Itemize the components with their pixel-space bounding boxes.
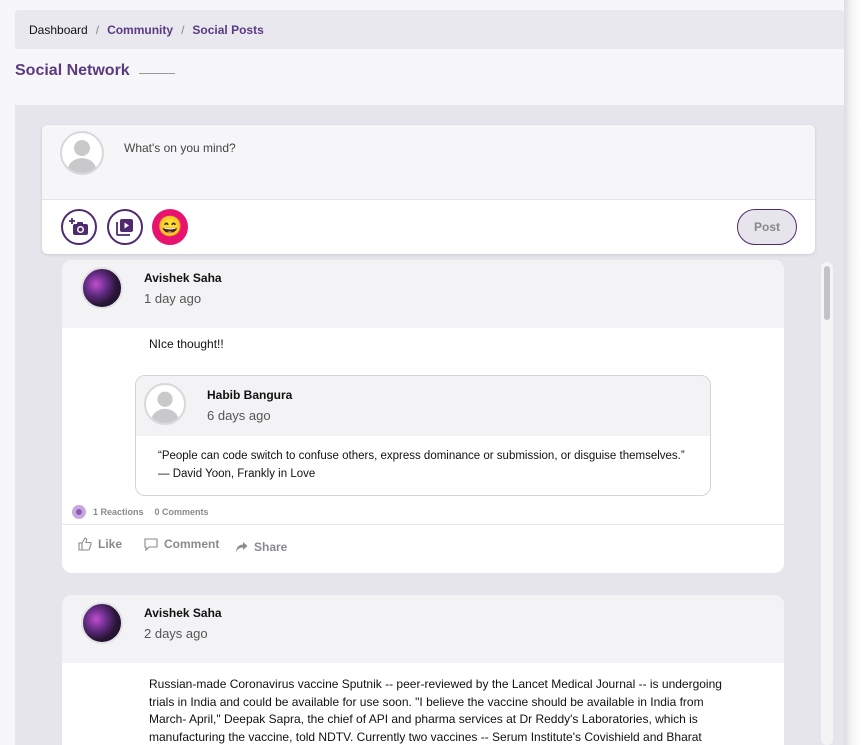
whats-on-your-mind-input[interactable] (124, 141, 724, 155)
video-library-icon (116, 219, 133, 236)
shared-post: Habib Bangura 6 days ago “People can cod… (135, 375, 711, 496)
page-title: Social Network (15, 62, 130, 79)
breadcrumb-community[interactable]: Community (107, 23, 173, 37)
post-stats: 1 Reactions 0 Comments (72, 504, 209, 520)
default-avatar-icon (150, 391, 180, 423)
share-button[interactable]: Share (235, 540, 287, 554)
post-composer: 😄 Post (42, 125, 815, 254)
add-photo-button[interactable] (61, 209, 97, 245)
comments-count[interactable]: 0 Comments (155, 507, 209, 517)
breadcrumb-social-posts[interactable]: Social Posts (192, 23, 263, 37)
feed-scrollbar[interactable] (821, 262, 833, 745)
post-text: NIce thought!! (149, 337, 224, 351)
breadcrumb-separator: / (95, 22, 100, 37)
thumbs-up-icon (78, 537, 92, 551)
shared-post-time: 6 days ago (207, 408, 271, 423)
default-avatar-icon (67, 140, 97, 173)
comment-icon (144, 537, 158, 551)
smiley-emoji-icon: 😄 (157, 216, 183, 238)
emoji-button[interactable]: 😄 (152, 209, 188, 245)
breadcrumb-dashboard[interactable]: Dashboard (29, 23, 88, 37)
post-header: Avishek Saha 2 days ago (62, 595, 784, 663)
like-button[interactable]: Like (78, 537, 122, 551)
author-avatar[interactable] (81, 267, 123, 309)
page-title-row: Social Network (15, 62, 175, 80)
user-avatar (60, 131, 104, 175)
camera-plus-icon (69, 218, 88, 235)
post-card: Avishek Saha 1 day ago NIce thought!! Ha… (62, 260, 784, 573)
shared-quote-attribution: — David Yoon, Frankly in Love (158, 468, 316, 480)
post-text-line: Russian-made Coronavirus vaccine Sputnik… (149, 677, 722, 691)
composer-top (42, 125, 815, 200)
feed-area: 😄 Post Avishek Saha 1 day ago NIce thoug… (15, 105, 844, 745)
post-author[interactable]: Avishek Saha (144, 271, 222, 285)
share-icon (236, 542, 248, 552)
comment-label: Comment (164, 537, 220, 551)
scrollbar-thumb[interactable] (824, 266, 830, 320)
post-divider (62, 524, 784, 525)
like-label: Like (98, 537, 123, 551)
post-card: Avishek Saha 2 days ago Russian-made Cor… (62, 595, 784, 745)
breadcrumb: Dashboard / Community / Social Posts (15, 10, 844, 49)
reactions-icon (72, 505, 86, 519)
post-text: Russian-made Coronavirus vaccine Sputnik… (149, 676, 722, 745)
shared-quote: “People can code switch to confuse other… (158, 450, 685, 462)
post-header: Avishek Saha 1 day ago (62, 260, 784, 328)
post-button[interactable]: Post (737, 209, 797, 245)
post-time: 2 days ago (144, 626, 208, 641)
shared-post-header: Habib Bangura 6 days ago (136, 376, 710, 436)
post-author[interactable]: Avishek Saha (144, 606, 222, 620)
comment-button[interactable]: Comment (144, 537, 219, 551)
shared-post-author[interactable]: Habib Bangura (207, 388, 292, 402)
post-text-line: March- April," Deepak Sapra, the chief o… (149, 712, 698, 726)
right-edge-shadow (844, 0, 862, 745)
post-text-line: trials in India and could be available f… (149, 694, 704, 709)
breadcrumb-separator: / (181, 22, 185, 37)
reactions-count[interactable]: 1 Reactions (93, 507, 144, 517)
share-label: Share (254, 540, 288, 554)
add-video-button[interactable] (107, 209, 143, 245)
title-underline (138, 72, 175, 74)
post-text-line: manufacturing the vaccine, told NDTV. Cu… (149, 729, 702, 744)
post-time: 1 day ago (144, 291, 202, 306)
shared-author-avatar[interactable] (144, 383, 186, 425)
author-avatar[interactable] (81, 602, 123, 644)
shared-post-text: “People can code switch to confuse other… (158, 447, 685, 483)
